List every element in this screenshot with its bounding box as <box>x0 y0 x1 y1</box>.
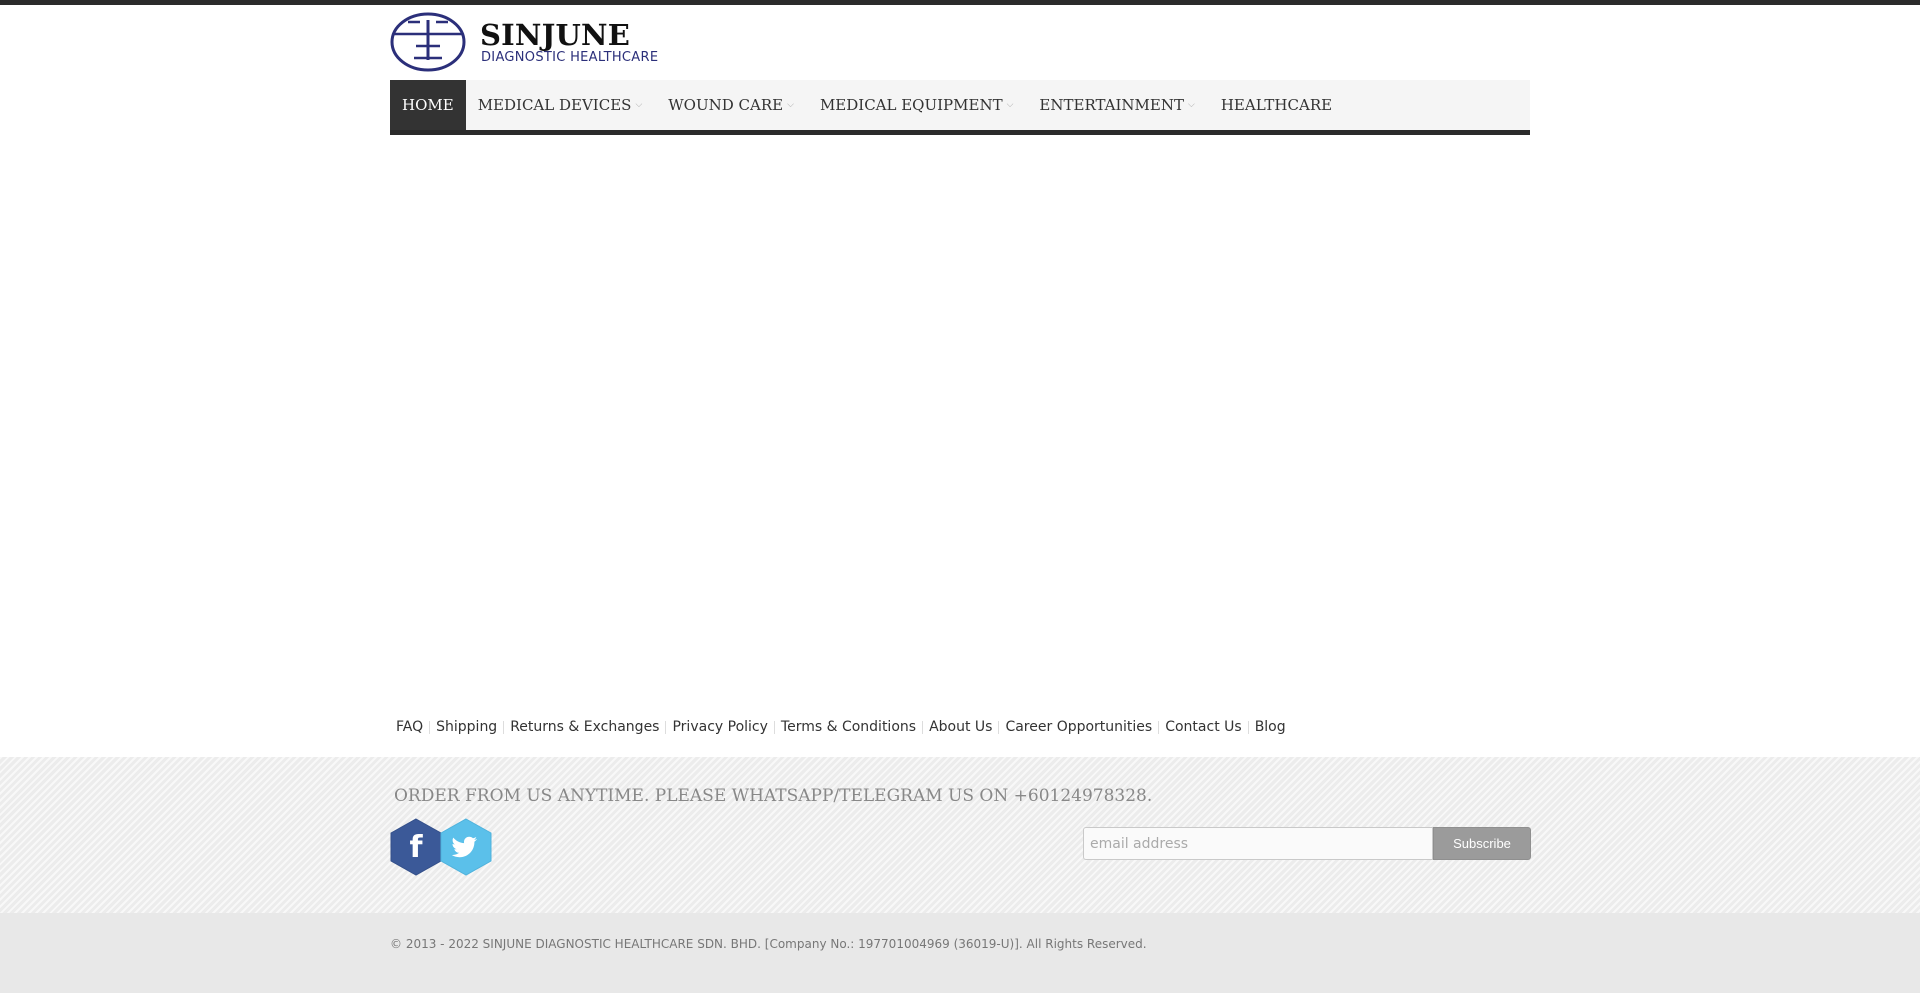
footer-link-terms[interactable]: Terms & Conditions <box>775 719 922 735</box>
site-logo[interactable]: SINJUNE DIAGNOSTIC HEALTHCARE <box>390 12 690 74</box>
footer-link-about[interactable]: About Us <box>923 719 998 735</box>
facebook-icon: f <box>409 829 423 865</box>
footer-band <box>0 757 1920 913</box>
nav-item-medical-devices[interactable]: MEDICAL DEVICES ⌵ <box>466 80 657 130</box>
nav-item-medical-equipment[interactable]: MEDICAL EQUIPMENT ⌵ <box>808 80 1027 130</box>
main-nav: HOME MEDICAL DEVICES ⌵ WOUND CARE ⌵ MEDICA… <box>390 80 1530 135</box>
nav-item-healthcare[interactable]: HEALTHCARE <box>1209 80 1344 130</box>
footer-link-faq[interactable]: FAQ <box>390 719 429 735</box>
footer-link-blog[interactable]: Blog <box>1249 719 1292 735</box>
twitter-icon <box>451 836 477 858</box>
nav-item-label: HOME <box>402 96 454 114</box>
nav-item-wound-care[interactable]: WOUND CARE ⌵ <box>656 80 808 130</box>
facebook-link[interactable]: f <box>390 818 442 876</box>
chevron-down-icon: ⌵ <box>1006 100 1014 110</box>
nav-item-label: MEDICAL EQUIPMENT <box>819 96 1003 114</box>
nav-item-entertainment[interactable]: ENTERTAINMENT ⌵ <box>1027 80 1208 130</box>
footer-link-shipping[interactable]: Shipping <box>430 719 503 735</box>
chevron-down-icon: ⌵ <box>635 100 643 110</box>
chevron-down-icon: ⌵ <box>787 100 794 110</box>
brand-tagline: DIAGNOSTIC HEALTHCARE <box>481 50 659 65</box>
chevron-down-icon: ⌵ <box>1188 100 1195 110</box>
footer-link-returns[interactable]: Returns & Exchanges <box>504 719 665 735</box>
footer-link-contact[interactable]: Contact Us <box>1159 719 1247 735</box>
nav-item-label: HEALTHCARE <box>1220 96 1333 114</box>
subscribe-button[interactable]: Subscribe <box>1433 827 1531 860</box>
nav-item-label: MEDICAL DEVICES <box>477 96 632 114</box>
footer-links: FAQ Shipping Returns & Exchanges Privacy… <box>390 716 1292 738</box>
email-input[interactable] <box>1083 827 1433 860</box>
footer-link-privacy[interactable]: Privacy Policy <box>666 719 773 735</box>
sinjune-logo-icon <box>390 12 466 72</box>
footer-link-careers[interactable]: Career Opportunities <box>999 719 1158 735</box>
social-links: f <box>390 818 500 876</box>
order-notice: ORDER FROM US ANYTIME. PLEASE WHATSAPP/T… <box>394 786 1153 806</box>
twitter-link[interactable] <box>440 818 492 876</box>
nav-item-label: ENTERTAINMENT <box>1039 96 1184 114</box>
nav-item-label: WOUND CARE <box>668 96 784 114</box>
copyright-text: © 2013 - 2022 SINJUNE DIAGNOSTIC HEALTHC… <box>390 937 1147 951</box>
bottom-bar <box>0 913 1920 993</box>
nav-item-home[interactable]: HOME <box>390 80 466 130</box>
top-accent-bar <box>0 0 1920 5</box>
newsletter-form: Subscribe <box>1083 827 1531 860</box>
brand-name: SINJUNE <box>480 18 631 52</box>
